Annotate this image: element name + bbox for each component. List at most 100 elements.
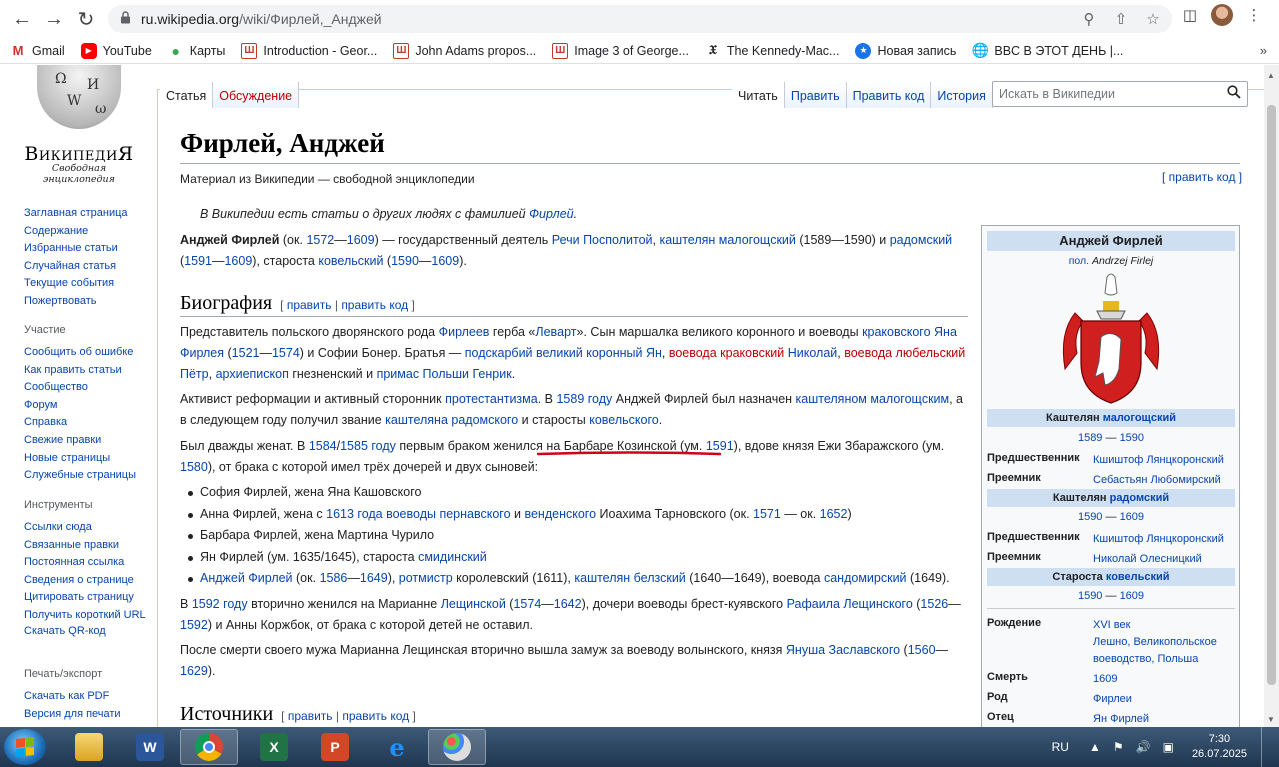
- link[interactable]: 1592: [180, 618, 208, 632]
- link[interactable]: 1590: [391, 254, 419, 268]
- link[interactable]: радомский: [890, 233, 952, 247]
- link[interactable]: каштеляна радомского: [385, 413, 518, 427]
- redlink[interactable]: воевода любельский: [844, 346, 965, 360]
- tab-edit-source[interactable]: Править код: [846, 82, 932, 108]
- link[interactable]: 1571: [753, 507, 781, 521]
- nav-random[interactable]: Случайная статья: [24, 258, 154, 276]
- coat-of-arms-image[interactable]: [1055, 273, 1167, 405]
- share-icon[interactable]: ⇧: [1110, 8, 1132, 30]
- link[interactable]: смидинский: [418, 550, 487, 564]
- link[interactable]: 1585 году: [340, 439, 396, 453]
- link[interactable]: 1572: [306, 233, 334, 247]
- link[interactable]: архиепископ: [216, 367, 289, 381]
- link[interactable]: Рафаила Лещинского: [787, 597, 913, 611]
- link[interactable]: пол.: [1069, 255, 1089, 267]
- bookmark-image-3[interactable]: Ш Image 3 of George...: [552, 42, 689, 59]
- link[interactable]: 1526: [920, 597, 948, 611]
- link[interactable]: ковельский: [1106, 571, 1170, 583]
- nav-main-page[interactable]: Заглавная страница: [24, 205, 154, 223]
- menu-dots-icon[interactable]: ⋮: [1243, 4, 1265, 26]
- nav-short-url[interactable]: Получить короткий URL: [24, 607, 154, 623]
- profile-avatar[interactable]: [1211, 4, 1233, 26]
- hatnote-link[interactable]: Фирлей: [529, 207, 574, 221]
- link[interactable]: Фирлеи: [1093, 691, 1235, 708]
- bookmark-kennedy[interactable]: 𝔛 The Kennedy-Mac...: [705, 43, 840, 59]
- nav-printable[interactable]: Версия для печати: [24, 706, 154, 724]
- link[interactable]: каштелян малогощский: [659, 233, 795, 247]
- nav-current-events[interactable]: Текущие события: [24, 275, 154, 293]
- tab-history[interactable]: История: [931, 82, 993, 108]
- link[interactable]: 1590: [1078, 590, 1102, 602]
- link[interactable]: 1521: [232, 346, 260, 360]
- scroll-up-icon[interactable]: ▲: [1267, 71, 1275, 80]
- link[interactable]: Кшиштоф Лянцкоронский: [1093, 452, 1235, 469]
- reload-button[interactable]: ↻: [70, 3, 102, 35]
- tab-talk[interactable]: Обсуждение: [213, 82, 300, 108]
- nav-cite[interactable]: Цитировать страницу: [24, 589, 154, 607]
- redlink[interactable]: воевода краковский: [669, 346, 784, 360]
- tab-read[interactable]: Читать: [732, 82, 785, 108]
- link[interactable]: 1609: [1120, 590, 1144, 602]
- bookmark-bbc[interactable]: 🌐 BBC В ЭТОТ ДЕНЬ |...: [972, 42, 1124, 59]
- wiki-search-input[interactable]: Искать в Википедии: [992, 81, 1248, 107]
- link[interactable]: Фирлеев: [439, 325, 490, 339]
- link[interactable]: сандомирский: [824, 571, 907, 585]
- link[interactable]: 1642: [554, 597, 582, 611]
- link[interactable]: 1590: [1078, 511, 1102, 523]
- link[interactable]: 1580: [180, 460, 208, 474]
- side-panel-icon[interactable]: ◫: [1179, 4, 1201, 26]
- link[interactable]: 1652: [820, 507, 848, 521]
- link[interactable]: Януша Заславского: [786, 643, 900, 657]
- link[interactable]: Себастьян Любомирский: [1093, 472, 1235, 489]
- start-button[interactable]: [4, 729, 46, 765]
- link[interactable]: Лешно, Великопольское воеводство, Польша: [1093, 636, 1217, 665]
- link[interactable]: 1592 году: [192, 597, 248, 611]
- link[interactable]: 1609: [1093, 671, 1235, 688]
- search-icon[interactable]: [1227, 85, 1241, 102]
- link[interactable]: Пётр: [180, 367, 209, 381]
- link[interactable]: 1560: [908, 643, 936, 657]
- link[interactable]: ковельского: [589, 413, 658, 427]
- link[interactable]: 1613 года: [326, 507, 383, 521]
- bookmark-youtube[interactable]: ▶ YouTube: [80, 42, 152, 59]
- taskbar-word[interactable]: W: [121, 729, 179, 765]
- nav-contents[interactable]: Содержание: [24, 223, 154, 241]
- link[interactable]: 1574: [272, 346, 300, 360]
- link[interactable]: 1609: [347, 233, 375, 247]
- nav-how-to-edit[interactable]: Как править статьи: [24, 362, 154, 380]
- link[interactable]: 1586: [320, 571, 348, 585]
- link[interactable]: каштелян белзский: [574, 571, 685, 585]
- link[interactable]: ковельский: [318, 254, 383, 268]
- scrollbar-thumb[interactable]: [1267, 105, 1276, 685]
- link[interactable]: Анджей Фирлей: [200, 571, 293, 585]
- section-edit-link[interactable]: править: [287, 298, 332, 312]
- link[interactable]: Лещинской: [441, 597, 506, 611]
- nav-help[interactable]: Справка: [24, 414, 154, 432]
- nav-download-pdf[interactable]: Скачать как PDF: [24, 688, 154, 706]
- bookmark-new-post[interactable]: ★ Новая запись: [855, 42, 956, 59]
- link[interactable]: 1589 году: [556, 392, 612, 406]
- nav-special-pages[interactable]: Служебные страницы: [24, 467, 154, 485]
- nav-qr-code[interactable]: Скачать QR-код: [24, 623, 154, 641]
- link[interactable]: радомский: [1110, 492, 1170, 504]
- link[interactable]: 1629: [180, 664, 208, 678]
- show-desktop-button[interactable]: [1261, 727, 1271, 767]
- link[interactable]: 1584: [309, 439, 337, 453]
- nav-donate[interactable]: Пожертвовать: [24, 293, 154, 311]
- zoom-icon[interactable]: ⚲: [1078, 8, 1100, 30]
- scroll-down-icon[interactable]: ▼: [1267, 715, 1275, 724]
- wikipedia-logo[interactable]: ΩИWω ВикипедиЯ Свободная энциклопедия: [20, 65, 138, 185]
- nav-new-pages[interactable]: Новые страницы: [24, 450, 154, 468]
- nav-recent-changes[interactable]: Свежие правки: [24, 432, 154, 450]
- link[interactable]: 1574: [513, 597, 541, 611]
- volume-icon[interactable]: 🔊: [1136, 740, 1151, 754]
- link[interactable]: 1589: [1078, 432, 1102, 444]
- nav-community[interactable]: Сообщество: [24, 379, 154, 397]
- taskbar-paint[interactable]: [428, 729, 486, 765]
- link[interactable]: XVI век: [1093, 619, 1130, 631]
- taskbar-powerpoint[interactable]: P: [306, 729, 364, 765]
- language-indicator[interactable]: RU: [1052, 740, 1069, 754]
- link[interactable]: подскарбий великий коронный Ян: [465, 346, 662, 360]
- link[interactable]: Ян Фирлей: [1093, 711, 1235, 728]
- link[interactable]: 1609: [224, 254, 252, 268]
